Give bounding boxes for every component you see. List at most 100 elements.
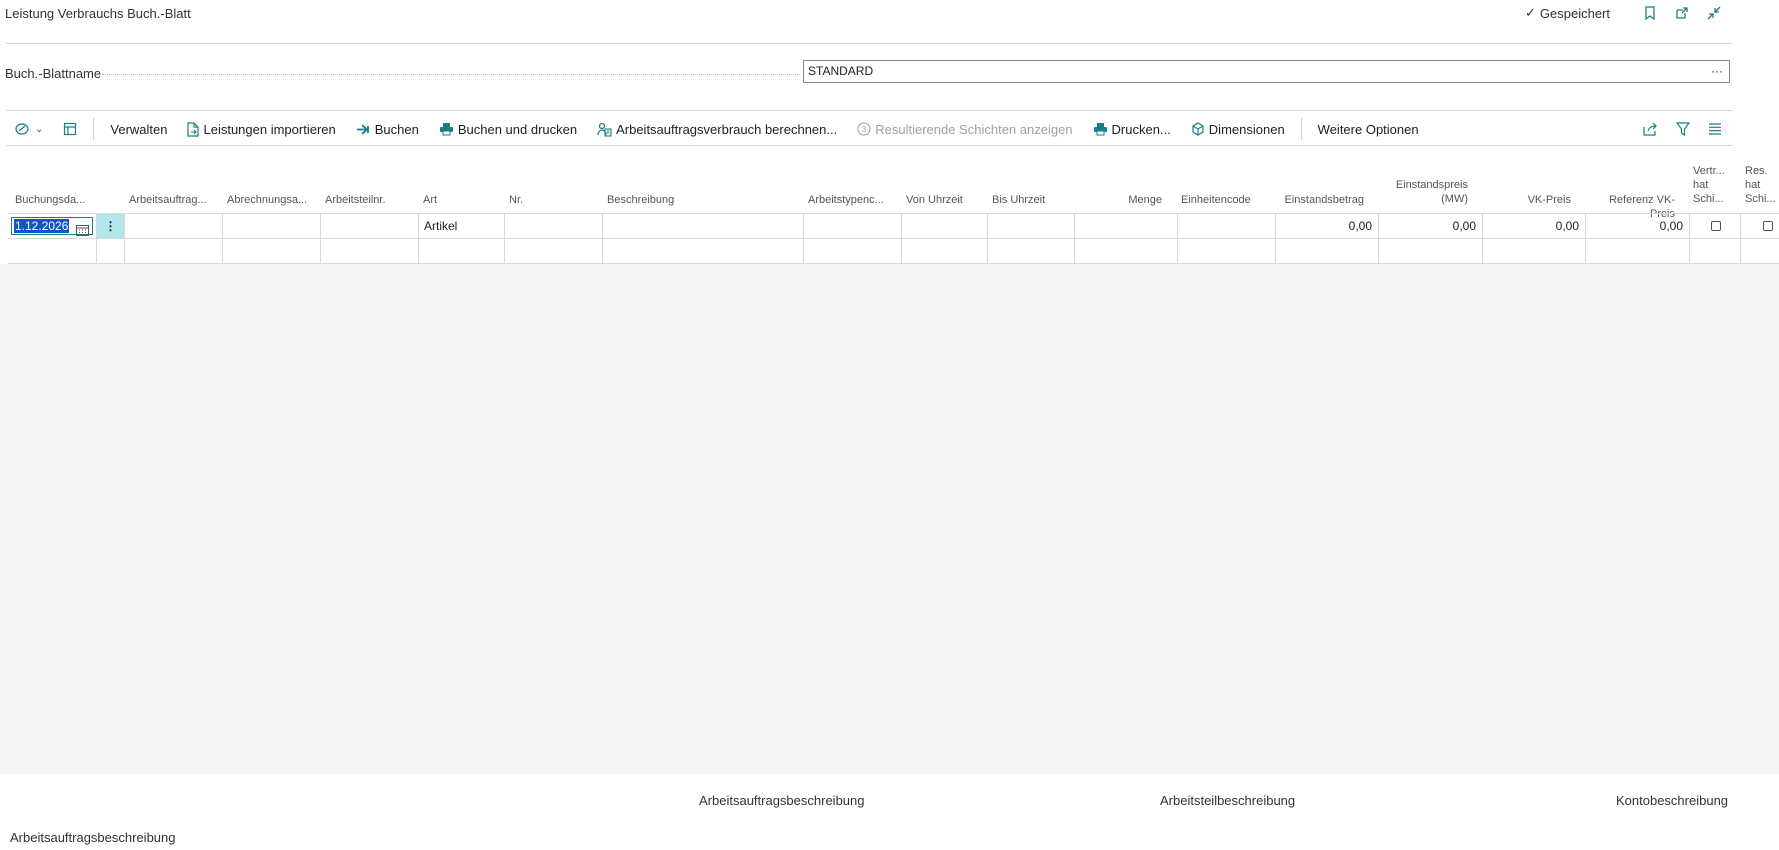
more-options-icon[interactable]: ··· — [1711, 61, 1723, 82]
posting-date-cell[interactable] — [8, 239, 96, 263]
res-has-layers-cell[interactable] — [1740, 214, 1779, 238]
checkmark-icon: ✓ — [1525, 5, 1536, 20]
number-cell[interactable] — [504, 239, 602, 263]
import-button[interactable]: Leistungen importieren — [177, 116, 345, 142]
collapse-icon[interactable] — [1705, 4, 1723, 22]
saved-status: ✓ Gespeichert — [1525, 5, 1610, 21]
manage-button[interactable]: Verwalten — [100, 116, 177, 142]
calculate-consumption-button[interactable]: Arbeitsauftragsverbrauch berechnen... — [587, 116, 847, 142]
to-time-cell[interactable] — [987, 214, 1074, 238]
view-switch-button[interactable]: ⌄ — [5, 116, 53, 142]
open-new-window-icon[interactable] — [1673, 4, 1691, 22]
res-has-layers-cell[interactable] — [1740, 239, 1779, 263]
unit-code-cell[interactable] — [1177, 214, 1275, 238]
sales-price-cell[interactable]: 0,00 — [1482, 214, 1585, 238]
work-type-cell[interactable] — [803, 239, 901, 263]
row-actions-cell[interactable] — [96, 239, 124, 263]
col-header-menge[interactable]: Menge — [1074, 193, 1162, 207]
field-leader-dots — [102, 74, 800, 75]
col-header-arbeitsteilnr[interactable]: Arbeitsteilnr. — [325, 193, 386, 207]
more-options-button[interactable]: Weitere Optionen — [1308, 116, 1429, 142]
billing-type-cell[interactable] — [222, 239, 320, 263]
header-divider — [5, 43, 1732, 44]
post-button[interactable]: Buchen — [346, 116, 429, 142]
dimensions-button[interactable]: Dimensionen — [1181, 116, 1295, 142]
toolbar-separator — [1300, 118, 1302, 140]
page-title: Leistung Verbrauchs Buch.-Blatt — [5, 6, 191, 21]
unit-cost-cell[interactable] — [1378, 239, 1482, 263]
import-file-icon — [187, 121, 200, 137]
col-header-bis-uhrzeit[interactable]: Bis Uhrzeit — [992, 193, 1045, 207]
number-cell[interactable] — [504, 214, 602, 238]
journal-grid: 1.12.2026 ⋮ Artikel 0,00 0,00 0,00 0,00 — [8, 213, 1779, 264]
type-cell[interactable] — [418, 239, 504, 263]
col-header-vk-preis[interactable]: VK-Preis — [1483, 193, 1571, 207]
list-view-icon[interactable] — [1704, 118, 1726, 140]
to-time-cell[interactable] — [987, 239, 1074, 263]
col-header-von-uhrzeit[interactable]: Von Uhrzeit — [906, 193, 963, 207]
work-part-cell[interactable] — [320, 239, 418, 263]
grid-empty-area — [0, 264, 1779, 774]
description-cell[interactable] — [602, 239, 803, 263]
batch-name-input[interactable]: STANDARD ··· — [803, 60, 1730, 83]
col-header-arbeitsauftrag[interactable]: Arbeitsauftrag... — [129, 193, 207, 207]
res-has-layers-checkbox[interactable] — [1763, 221, 1773, 231]
col-header-einheitencode[interactable]: Einheitencode — [1181, 193, 1251, 207]
filter-icon[interactable] — [1672, 118, 1694, 140]
work-part-cell[interactable] — [320, 214, 418, 238]
show-layers-button[interactable]: 3 Resultierende Schichten anzeigen — [847, 116, 1082, 142]
col-header-arbeitstypencode[interactable]: Arbeitstypenc... — [808, 193, 884, 207]
contract-has-layers-checkbox[interactable] — [1711, 221, 1721, 231]
work-order-cell[interactable] — [124, 214, 222, 238]
col-header-vertrag-hat-schichten[interactable]: Vertr... hat Schi... — [1693, 164, 1725, 206]
cost-amount-cell[interactable] — [1275, 239, 1378, 263]
batch-name-value: STANDARD — [808, 64, 874, 78]
cost-amount-cell[interactable]: 0,00 — [1275, 214, 1378, 238]
col-header-art[interactable]: Art — [423, 193, 437, 207]
col-header-buchungsdatum[interactable]: Buchungsda... — [15, 193, 85, 207]
col-header-res-hat-schichten[interactable]: Res. hat Schi... — [1745, 164, 1776, 206]
work-type-cell[interactable] — [803, 214, 901, 238]
bookmark-icon[interactable] — [1641, 4, 1659, 22]
posting-date-cell[interactable]: 1.12.2026 — [8, 214, 96, 238]
table-row[interactable] — [8, 238, 1779, 264]
col-header-res-line1: Res. — [1745, 165, 1768, 177]
col-header-vertr-line3: Schi... — [1693, 193, 1724, 205]
view-icon — [15, 122, 31, 136]
billing-type-cell[interactable] — [222, 214, 320, 238]
table-row[interactable]: 1.12.2026 ⋮ Artikel 0,00 0,00 0,00 0,00 — [8, 213, 1779, 239]
col-header-abrechnungsart[interactable]: Abrechnungsa... — [227, 193, 307, 207]
unit-cost-cell[interactable]: 0,00 — [1378, 214, 1482, 238]
import-label: Leistungen importieren — [203, 121, 336, 137]
manage-label: Verwalten — [110, 121, 168, 137]
col-header-nr[interactable]: Nr. — [509, 193, 523, 207]
unit-code-cell[interactable] — [1177, 239, 1275, 263]
print-button[interactable]: Drucken... — [1083, 116, 1181, 142]
post-and-print-button[interactable]: Buchen und drucken — [429, 116, 587, 142]
reference-sales-price-cell[interactable]: 0,00 — [1585, 214, 1689, 238]
reference-sales-price-cell[interactable] — [1585, 239, 1689, 263]
from-time-cell[interactable] — [901, 214, 987, 238]
quantity-cell[interactable] — [1074, 239, 1177, 263]
contract-has-layers-cell[interactable] — [1689, 239, 1740, 263]
posting-date-input[interactable]: 1.12.2026 — [11, 217, 93, 236]
from-time-cell[interactable] — [901, 239, 987, 263]
more-options-label: Weitere Optionen — [1317, 121, 1419, 137]
work-order-cell[interactable] — [124, 239, 222, 263]
row-actions-menu-icon[interactable]: ⋮ — [96, 214, 124, 238]
posting-date-value: 1.12.2026 — [14, 219, 70, 233]
type-cell[interactable]: Artikel — [418, 214, 504, 238]
description-cell[interactable] — [602, 214, 803, 238]
sales-price-cell[interactable] — [1482, 239, 1585, 263]
col-header-einstandspreis[interactable]: Einstandspreis (MW) — [1380, 178, 1468, 206]
layout-button[interactable] — [53, 116, 87, 142]
col-header-res-line3: Schi... — [1745, 193, 1776, 205]
print-icon — [1093, 122, 1108, 136]
share-icon[interactable] — [1639, 118, 1661, 140]
col-header-beschreibung[interactable]: Beschreibung — [607, 193, 674, 207]
footer-work-part-description-label: Arbeitsteilbeschreibung — [1160, 793, 1296, 808]
col-header-einstandsbetrag[interactable]: Einstandsbetrag — [1276, 193, 1365, 207]
quantity-cell[interactable] — [1074, 214, 1177, 238]
saved-label: Gespeichert — [1539, 5, 1610, 21]
contract-has-layers-cell[interactable] — [1689, 214, 1740, 238]
